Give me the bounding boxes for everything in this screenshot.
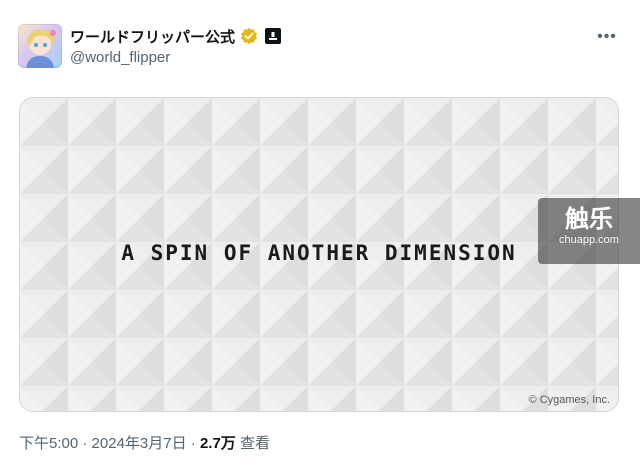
tweet-header: ワールドフリッパー公式 @world_flipper ••• — [18, 22, 622, 70]
tweet-time[interactable]: 下午5:00 — [19, 435, 78, 452]
view-label: 查看 — [235, 435, 270, 452]
meta-separator: · — [186, 435, 200, 452]
display-name[interactable]: ワールドフリッパー公式 — [70, 26, 235, 47]
tweet-media-image[interactable]: A SPIN OF ANOTHER DIMENSION © Cygames, I… — [19, 97, 619, 412]
meta-separator: · — [78, 435, 92, 452]
site-watermark: 触乐 chuapp.com — [538, 198, 640, 264]
name-row: ワールドフリッパー公式 — [70, 24, 282, 48]
watermark-logo-text: 触乐 — [565, 206, 613, 233]
avatar-character-icon — [26, 29, 56, 68]
avatar[interactable] — [18, 24, 62, 68]
more-horizontal-icon[interactable]: ••• — [594, 24, 620, 50]
copyright-text: © Cygames, Inc. — [528, 394, 610, 406]
view-count: 2.7万 — [199, 435, 236, 452]
tweet-date[interactable]: 2024年3月7日 — [92, 435, 187, 452]
handle[interactable]: @world_flipper — [70, 49, 170, 66]
tweet-meta: 下午5:00 · 2024年3月7日 · 2.7万 查看 — [19, 432, 270, 453]
affiliate-badge-icon[interactable] — [265, 28, 282, 44]
watermark-url: chuapp.com — [559, 234, 619, 246]
media-headline-text: A SPIN OF ANOTHER DIMENSION — [121, 241, 517, 265]
verified-badge-icon — [240, 27, 258, 45]
